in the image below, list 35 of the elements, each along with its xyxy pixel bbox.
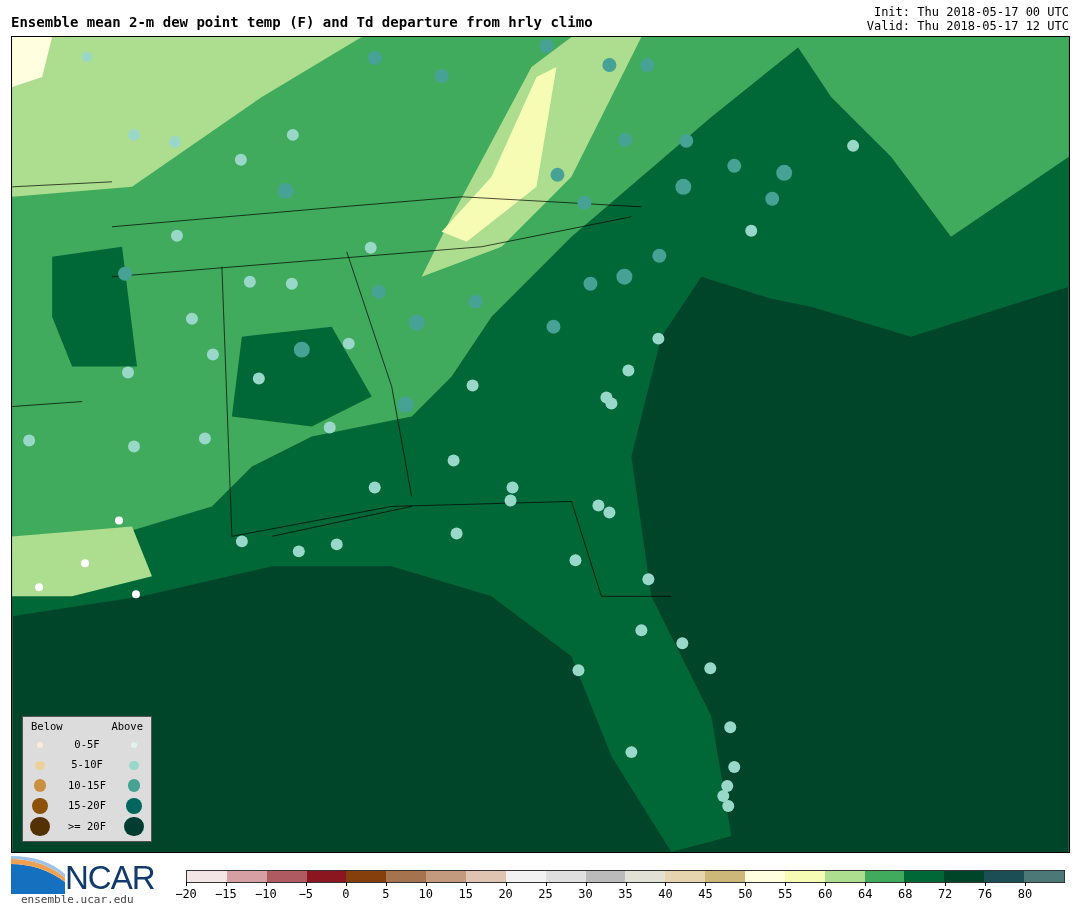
legend-heading: Below [31,718,63,734]
colorbar-tick-label: 64 [858,888,873,900]
colorbar-tick-label: 60 [818,888,833,900]
colorbar-tick-label: 80 [1017,888,1033,900]
colorbar-tick-label: −10 [255,888,277,900]
legend-label: 15-20F [68,798,106,814]
chart-title: Ensemble mean 2-m dew point temp (F) and Td departure from hrly climo [11,13,593,32]
colorbar-tick-label: 40 [658,888,673,900]
colorbar-tick-label: −20 [175,888,197,900]
colorbar-tick-label: 5 [382,888,390,900]
colorbar-tick-label: 15 [458,888,473,900]
colorbar-tick-label: 68 [897,888,913,900]
colorbar-tick-label: 45 [698,888,713,900]
legend-label: >= 20F [68,818,106,834]
legend-label: 0-5F [74,736,100,752]
colorbar-tick-label: 76 [977,888,993,900]
init-time: Init: Thu 2018-05-17 00 UTC [872,5,1069,19]
colorbar-tick-label: 10 [418,888,433,900]
legend-label: 5-10F [71,757,103,773]
site-url: ensemble.ucar.edu [21,894,135,905]
colorbar-tick-label: 50 [738,888,753,900]
colorbar-tick-label: 30 [578,888,593,900]
legend-label: 10-15F [68,777,106,793]
colorbar-tick-label: −5 [298,888,314,900]
colorbar-tick-label: 20 [498,888,513,900]
logo-swoosh-icon [11,856,65,894]
colorbar-tick-label: 35 [618,888,633,900]
colorbar-tick-label: 72 [937,888,953,900]
legend-heading: Above [111,718,143,734]
colorbar-tick-label: −15 [215,888,237,900]
colorbar-tick-label: 0 [342,888,350,900]
valid-time: Valid: Thu 2018-05-17 12 UTC [866,19,1069,33]
logo-text: NCAR [65,861,155,894]
colorbar-tick-label: 25 [538,888,553,900]
colorbar-tick-label: 55 [778,888,793,900]
